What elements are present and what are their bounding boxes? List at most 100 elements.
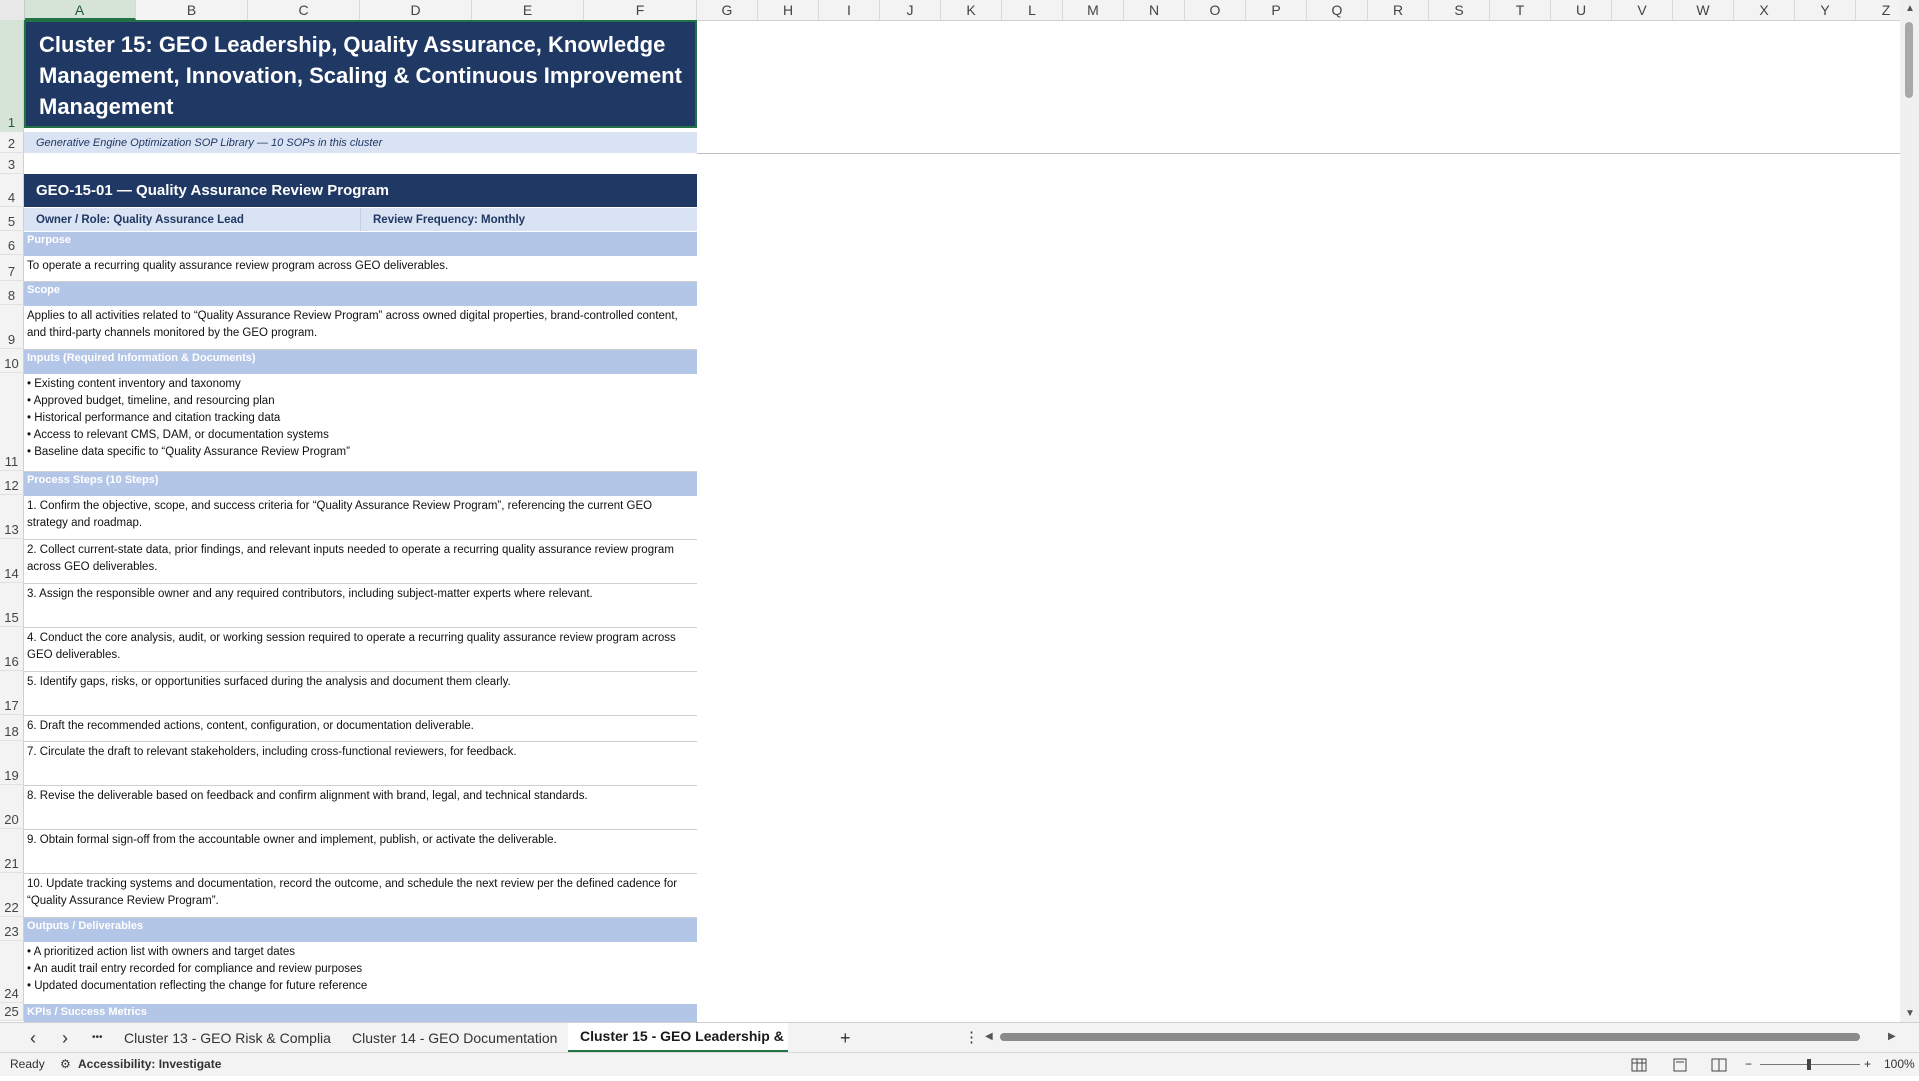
scroll-up-icon[interactable]: ▲ <box>1905 3 1915 14</box>
column-header-b[interactable]: B <box>136 0 248 20</box>
column-header-u[interactable]: U <box>1551 0 1612 20</box>
owner-cell[interactable]: Owner / Role: Quality Assurance Lead <box>24 208 361 231</box>
row-header-14[interactable]: 14 <box>0 539 24 583</box>
scroll-down-icon[interactable]: ▼ <box>1905 1008 1915 1019</box>
scroll-right-icon[interactable]: ▶ <box>1888 1031 1896 1042</box>
column-header-i[interactable]: I <box>819 0 880 20</box>
step-cell-2[interactable]: 2. Collect current-state data, prior fin… <box>24 540 697 584</box>
row-header-9[interactable]: 9 <box>0 305 24 349</box>
column-header-m[interactable]: M <box>1063 0 1124 20</box>
column-header-h[interactable]: H <box>758 0 819 20</box>
column-header-s[interactable]: S <box>1429 0 1490 20</box>
scope-label-cell[interactable]: Scope <box>24 282 697 306</box>
row-header-12[interactable]: 12 <box>0 471 24 495</box>
column-header-l[interactable]: L <box>1002 0 1063 20</box>
column-header-k[interactable]: K <box>941 0 1002 20</box>
row-header-4[interactable]: 4 <box>0 174 24 207</box>
step-cell-8[interactable]: 8. Revise the deliverable based on feedb… <box>24 786 697 830</box>
row-header-24[interactable]: 24 <box>0 941 24 1003</box>
zoom-in-icon[interactable]: + <box>1864 1053 1871 1076</box>
column-header-g[interactable]: G <box>697 0 758 20</box>
row-header-6[interactable]: 6 <box>0 231 24 255</box>
purpose-text-cell[interactable]: To operate a recurring quality assurance… <box>24 256 697 282</box>
horizontal-scrollbar[interactable]: ◀ ▶ <box>985 1030 1896 1044</box>
inputs-text-cell[interactable]: • Existing content inventory and taxonom… <box>24 374 697 472</box>
horizontal-scroll-thumb[interactable] <box>1000 1033 1860 1041</box>
column-header-o[interactable]: O <box>1185 0 1246 20</box>
column-header-e[interactable]: E <box>472 0 584 20</box>
row-header-13[interactable]: 13 <box>0 495 24 539</box>
scroll-left-icon[interactable]: ◀ <box>985 1031 993 1042</box>
outputs-label-cell[interactable]: Outputs / Deliverables <box>24 918 697 942</box>
column-header-v[interactable]: V <box>1612 0 1673 20</box>
column-header-f[interactable]: F <box>584 0 697 20</box>
zoom-out-icon[interactable]: − <box>1745 1053 1752 1076</box>
zoom-level[interactable]: 100% <box>1884 1053 1915 1076</box>
accessibility-status[interactable]: Accessibility: Investigate <box>78 1053 221 1076</box>
row-header-20[interactable]: 20 <box>0 785 24 829</box>
step-cell-7[interactable]: 7. Circulate the draft to relevant stake… <box>24 742 697 786</box>
normal-view-icon[interactable] <box>1631 1053 1647 1076</box>
row-header-17[interactable]: 17 <box>0 671 24 715</box>
steps-label-cell[interactable]: Process Steps (10 Steps) <box>24 472 697 496</box>
page-layout-icon[interactable] <box>1672 1053 1688 1076</box>
step-cell-10[interactable]: 10. Update tracking systems and document… <box>24 874 697 918</box>
row-header-11[interactable]: 11 <box>0 373 24 471</box>
column-header-t[interactable]: T <box>1490 0 1551 20</box>
column-header-r[interactable]: R <box>1368 0 1429 20</box>
step-cell-1[interactable]: 1. Confirm the objective, scope, and suc… <box>24 496 697 540</box>
column-header-j[interactable]: J <box>880 0 941 20</box>
add-sheet-icon[interactable]: + <box>828 1023 863 1053</box>
row-header-15[interactable]: 15 <box>0 583 24 627</box>
row-header-2[interactable]: 2 <box>0 132 24 153</box>
row-header-7[interactable]: 7 <box>0 255 24 281</box>
row-header-18[interactable]: 18 <box>0 715 24 741</box>
row-header-3[interactable]: 3 <box>0 153 24 174</box>
tab-next-icon[interactable]: › <box>50 1023 80 1053</box>
step-cell-5[interactable]: 5. Identify gaps, risks, or opportunitie… <box>24 672 697 716</box>
purpose-label-cell[interactable]: Purpose <box>24 232 697 256</box>
column-header-w[interactable]: W <box>1673 0 1734 20</box>
column-header-x[interactable]: X <box>1734 0 1795 20</box>
row-header-1[interactable]: 1 <box>0 20 24 132</box>
row-header-23[interactable]: 23 <box>0 917 24 941</box>
row-header-5[interactable]: 5 <box>0 207 24 231</box>
row-header-22[interactable]: 22 <box>0 873 24 917</box>
tab-cluster-15[interactable]: Cluster 15 - GEO Leadership & C <box>568 1023 788 1053</box>
page-break-icon[interactable] <box>1711 1053 1727 1076</box>
owner-frequency-row: Owner / Role: Quality Assurance Lead Rev… <box>24 208 697 231</box>
row-header-10[interactable]: 10 <box>0 349 24 373</box>
inputs-label-cell[interactable]: Inputs (Required Information & Documents… <box>24 350 697 374</box>
column-header-y[interactable]: Y <box>1795 0 1856 20</box>
tab-cluster-13[interactable]: Cluster 13 - GEO Risk & Complia <box>112 1023 340 1053</box>
tab-prev-icon[interactable]: ‹ <box>18 1023 48 1053</box>
kpis-label-cell[interactable]: KPIs / Success Metrics <box>24 1004 697 1022</box>
step-cell-3[interactable]: 3. Assign the responsible owner and any … <box>24 584 697 628</box>
column-header-d[interactable]: D <box>360 0 472 20</box>
column-header-a[interactable]: A <box>24 0 136 20</box>
column-header-p[interactable]: P <box>1246 0 1307 20</box>
zoom-slider-thumb[interactable] <box>1807 1059 1811 1070</box>
row-header-21[interactable]: 21 <box>0 829 24 873</box>
tab-cluster-14[interactable]: Cluster 14 - GEO Documentation <box>340 1023 565 1053</box>
column-header-q[interactable]: Q <box>1307 0 1368 20</box>
row-header-16[interactable]: 16 <box>0 627 24 671</box>
step-cell-9[interactable]: 9. Obtain formal sign-off from the accou… <box>24 830 697 874</box>
scope-text-cell[interactable]: Applies to all activities related to “Qu… <box>24 306 697 350</box>
column-header-n[interactable]: N <box>1124 0 1185 20</box>
frequency-cell[interactable]: Review Frequency: Monthly <box>361 208 697 231</box>
subtitle-cell[interactable]: Generative Engine Optimization SOP Libra… <box>24 132 697 153</box>
cluster-title-cell[interactable]: Cluster 15: GEO Leadership, Quality Assu… <box>24 20 697 128</box>
sop-header-cell[interactable]: GEO-15-01 — Quality Assurance Review Pro… <box>24 174 697 207</box>
vertical-scrollbar[interactable] <box>1900 0 1919 1022</box>
more-tabs-icon[interactable]: ••• <box>80 1023 115 1053</box>
vertical-scroll-thumb[interactable] <box>1905 22 1913 98</box>
outputs-text-cell[interactable]: • A prioritized action list with owners … <box>24 942 697 1004</box>
row-header-25[interactable]: 25 <box>0 1003 24 1021</box>
step-cell-6[interactable]: 6. Draft the recommended actions, conten… <box>24 716 697 742</box>
step-cell-4[interactable]: 4. Conduct the core analysis, audit, or … <box>24 628 697 672</box>
select-all-corner[interactable] <box>0 0 25 20</box>
row-header-19[interactable]: 19 <box>0 741 24 785</box>
column-header-c[interactable]: C <box>248 0 360 20</box>
row-header-8[interactable]: 8 <box>0 281 24 305</box>
